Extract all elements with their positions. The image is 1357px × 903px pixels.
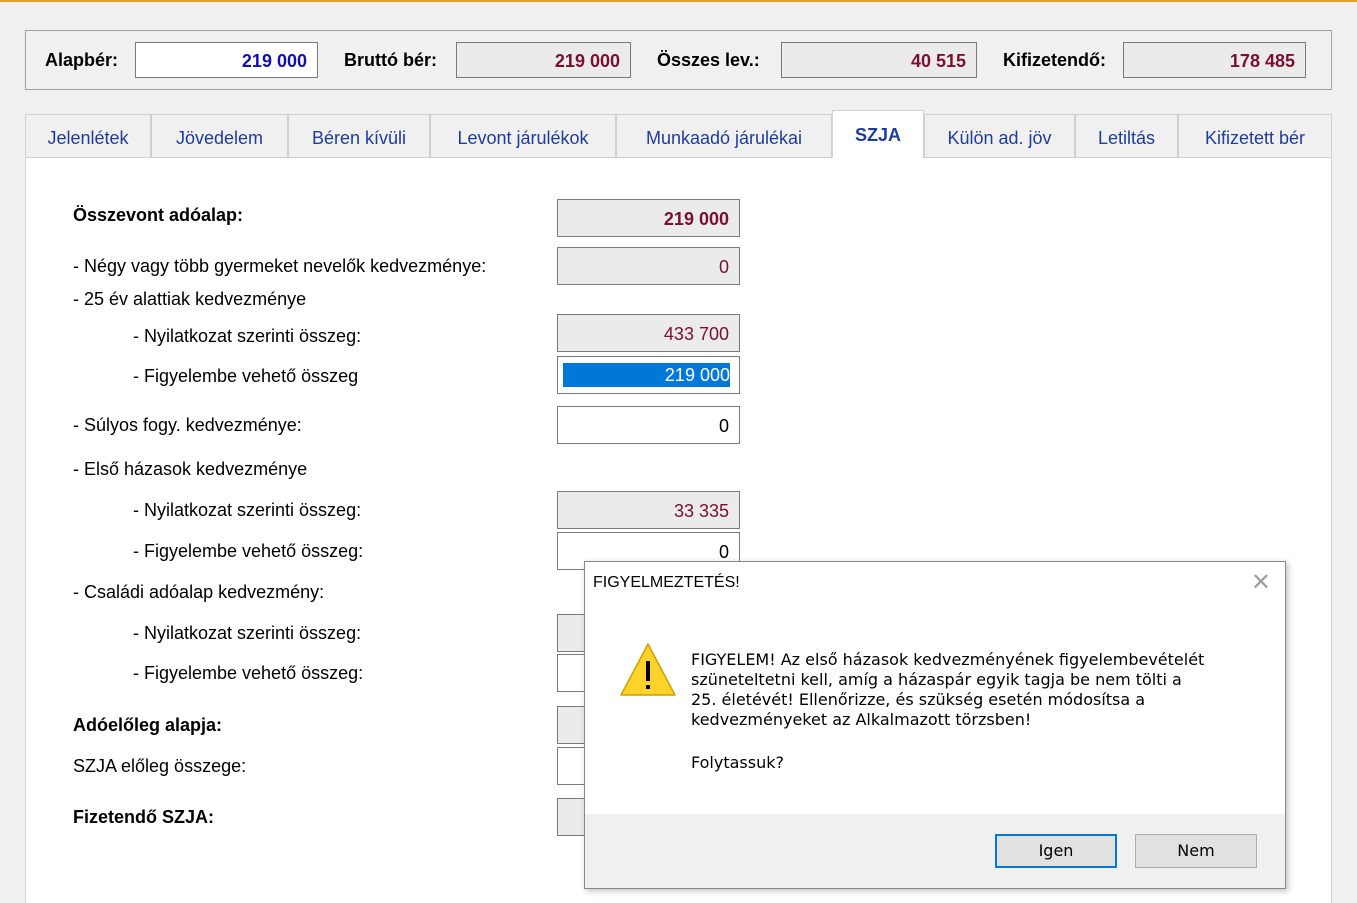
sulyos-fogy-label: - Súlyos fogy. kedvezménye: (73, 415, 302, 435)
tab-jovedelem[interactable]: Jövedelem (151, 114, 288, 158)
ev25-nyilatkozat-field: 433 700 (557, 314, 740, 352)
dialog-message: FIGYELEM! Az első házasok kedvezményének… (691, 650, 1261, 773)
tab-jelenletek[interactable]: Jelenlétek (25, 114, 151, 158)
dialog-message-line: szüneteltetni kell, amíg a házaspár egyi… (691, 670, 1182, 689)
dialog-footer: Igen Nem (585, 814, 1285, 888)
negy-gyermek-field: 0 (557, 247, 740, 285)
elso-nyilatkozat-label: - Nyilatkozat szerinti összeg: (133, 500, 362, 520)
warning-icon (620, 643, 676, 696)
no-button[interactable]: Nem (1135, 834, 1257, 868)
tab-kifizetett-ber[interactable]: Kifizetett bér (1178, 114, 1332, 158)
dialog-message-line: kedvezményeket az Alkalmazott törzsben! (691, 710, 1032, 729)
szja-eloleg-label: SZJA előleg összege: (73, 756, 247, 776)
dialog-message-line: 25. életévét! Ellenőrizze, és szükség es… (691, 690, 1146, 709)
tab-munkaado-jarulekai[interactable]: Munkaadó járulékai (616, 114, 832, 158)
sulyos-fogy-field[interactable]: 0 (557, 406, 740, 444)
osszes-lev-label: Összes lev.: (657, 50, 760, 70)
brutto-label: Bruttó bér: (344, 50, 437, 70)
alapber-field[interactable]: 219 000 (135, 42, 318, 78)
elso-hazasok-label: - Első házasok kedvezménye (73, 459, 308, 479)
negy-gyermek-label: - Négy vagy több gyermeket nevelők kedve… (73, 256, 487, 276)
window-top-border (0, 0, 1357, 2)
osszes-lev-field: 40 515 (781, 42, 977, 78)
adoeloleg-alapja-label: Adóelőleg alapja: (73, 715, 223, 735)
kifizetendo-field: 178 485 (1123, 42, 1306, 78)
tab-beren-kivuli[interactable]: Béren kívüli (288, 114, 430, 158)
ev25-label: - 25 év alattiak kedvezménye (73, 289, 307, 309)
ev25-nyilatkozat-label: - Nyilatkozat szerinti összeg: (133, 326, 362, 346)
elso-nyilatkozat-field: 33 335 (557, 491, 740, 529)
brutto-field: 219 000 (456, 42, 631, 78)
csaladi-adoalap-label: - Családi adóalap kedvezmény: (73, 582, 325, 602)
dialog-message-line: FIGYELEM! Az első házasok kedvezményének… (691, 650, 1205, 669)
elso-figyelembe-label: - Figyelembe vehető összeg: (133, 541, 364, 561)
ev25-figyelembe-label: - Figyelembe vehető összeg (133, 366, 359, 386)
yes-button[interactable]: Igen (995, 834, 1117, 868)
ev25-figyelembe-selected-text: 219 000 (563, 363, 730, 387)
dialog-question: Folytassuk? (691, 753, 784, 772)
warning-dialog: FIGYELMEZTETÉS! ✕ FIGYELEM! Az első háza… (584, 561, 1286, 889)
tab-kulon-ad-jov[interactable]: Külön ad. jöv (924, 114, 1075, 158)
tab-szja[interactable]: SZJA (832, 110, 924, 158)
dialog-title: FIGYELMEZTETÉS! (593, 574, 740, 591)
ev25-figyelembe-field[interactable]: 219 000 (557, 356, 740, 394)
alapber-label: Alapbér: (45, 50, 119, 70)
osszevont-adoalap-label: Összevont adóalap: (73, 205, 244, 225)
summary-bar: Alapbér: 219 000 Bruttó bér: 219 000 Öss… (25, 30, 1332, 90)
csaladi-nyilatkozat-label: - Nyilatkozat szerinti összeg: (133, 623, 362, 643)
csaladi-figyelembe-label: - Figyelembe vehető összeg: (133, 663, 364, 683)
tab-letiltas[interactable]: Letiltás (1075, 114, 1178, 158)
close-icon[interactable]: ✕ (1251, 570, 1271, 596)
tab-levont-jarulekok[interactable]: Levont járulékok (430, 114, 616, 158)
kifizetendo-label: Kifizetendő: (1003, 50, 1106, 70)
fizetendo-szja-label: Fizetendő SZJA: (73, 807, 215, 827)
osszevont-adoalap-field: 219 000 (557, 199, 740, 237)
